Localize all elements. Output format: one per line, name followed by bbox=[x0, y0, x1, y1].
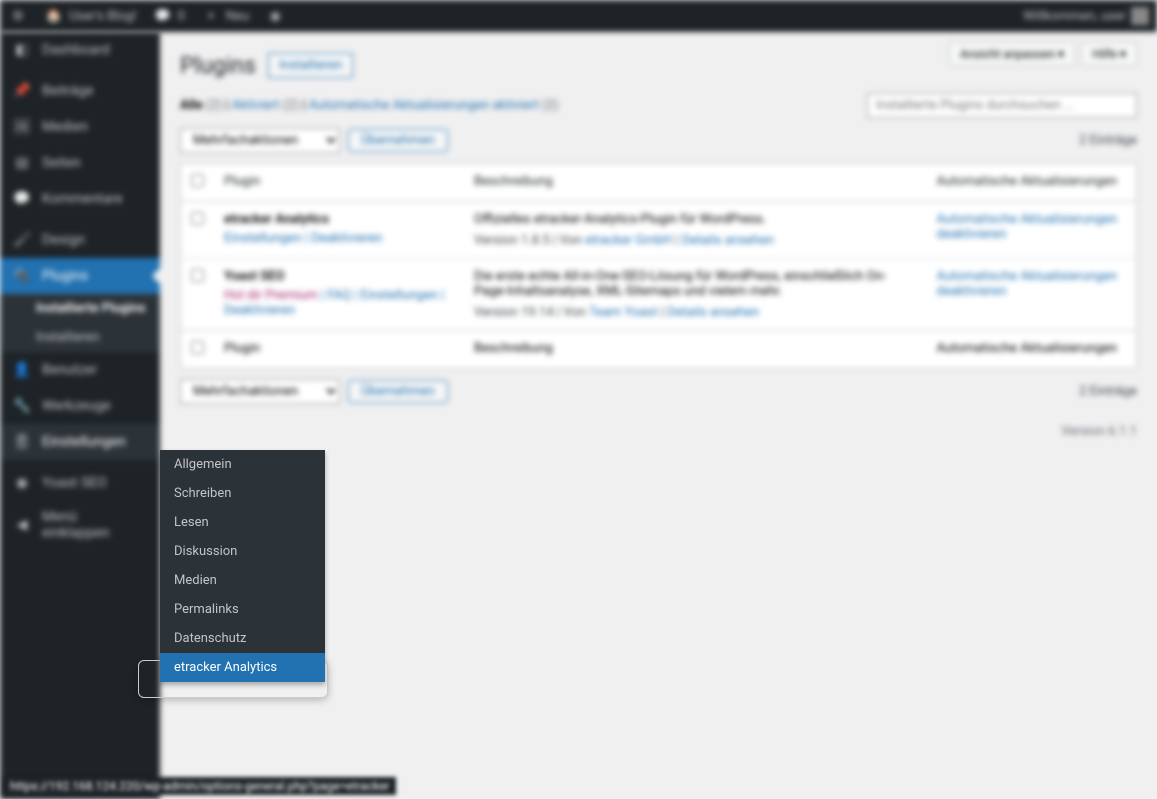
row-checkbox[interactable] bbox=[191, 212, 204, 225]
yoast-icon: ◉ bbox=[265, 6, 285, 26]
flyout-media[interactable]: Medien bbox=[160, 566, 325, 595]
plugin-actions[interactable]: Einstellungen | Deaktivieren bbox=[224, 231, 382, 246]
admin-bar: ⚙ 🏠User's Blog! 💬0 +Neu ◉ Willkommen, us… bbox=[0, 0, 1157, 32]
plugin-icon: 🔌 bbox=[12, 266, 32, 286]
new-label: Neu bbox=[226, 9, 249, 24]
plugin-meta: Version 19.14 | Von Team Yoast | Details… bbox=[474, 305, 917, 320]
select-all-checkbox[interactable] bbox=[191, 174, 204, 187]
submenu-installed-plugins[interactable]: Installierte Plugins bbox=[0, 294, 160, 323]
wrench-icon: 🔧 bbox=[12, 396, 32, 416]
pin-icon: 📌 bbox=[12, 81, 32, 101]
plugins-table: Plugin Beschreibung Automatische Aktuali… bbox=[180, 163, 1137, 369]
entries-count: 2 Einträge bbox=[1079, 133, 1137, 148]
dashboard-icon: ◧ bbox=[12, 40, 32, 60]
wp-version: Version 6.1.1 bbox=[1061, 424, 1137, 439]
main-content: Ansicht anpassen ▾ Hilfe ▾ Plugins Insta… bbox=[160, 32, 1157, 799]
plugin-name: Yoast SEO bbox=[224, 269, 454, 284]
flyout-writing[interactable]: Schreiben bbox=[160, 479, 325, 508]
install-plugin-button[interactable]: Installieren bbox=[268, 53, 353, 78]
screen-options-button[interactable]: Ansicht anpassen ▾ bbox=[949, 42, 1075, 66]
site-link[interactable]: 🏠 User's Blog! bbox=[44, 6, 137, 26]
apply-button-bottom[interactable]: Übernehmen bbox=[348, 380, 448, 403]
sidebar-item-pages[interactable]: ▤Seiten bbox=[0, 145, 160, 181]
flyout-privacy[interactable]: Datenschutz bbox=[160, 624, 325, 653]
row-checkbox[interactable] bbox=[191, 269, 204, 282]
comment-icon: 💬 bbox=[12, 189, 32, 209]
sidebar-item-appearance[interactable]: 🖌Design bbox=[0, 222, 160, 258]
sidebar-item-tools[interactable]: 🔧Werkzeuge bbox=[0, 388, 160, 424]
sidebar-item-posts[interactable]: 📌Beiträge bbox=[0, 73, 160, 109]
comment-icon: 💬 bbox=[153, 6, 173, 26]
sidebar-item-comments[interactable]: 💬Kommentare bbox=[0, 181, 160, 217]
premium-link[interactable]: Hol dir Premium bbox=[224, 288, 318, 303]
plugins-submenu: Installierte Plugins Installieren bbox=[0, 294, 160, 352]
table-row: etracker Analytics Einstellungen | Deakt… bbox=[181, 202, 1137, 259]
welcome-text: Willkommen, user bbox=[1023, 9, 1126, 24]
status-url: https://192.168.124.220/wp-admin/options… bbox=[4, 777, 396, 795]
flyout-reading[interactable]: Lesen bbox=[160, 508, 325, 537]
brush-icon: 🖌 bbox=[12, 230, 32, 250]
sidebar-item-users[interactable]: 👤Benutzer bbox=[0, 352, 160, 388]
details-link[interactable]: Details ansehen bbox=[667, 305, 759, 320]
account-link[interactable]: Willkommen, user bbox=[1023, 7, 1149, 25]
filter-all[interactable]: Alle (2) bbox=[180, 98, 222, 113]
user-icon: 👤 bbox=[12, 360, 32, 380]
comments-link[interactable]: 💬0 bbox=[153, 6, 185, 26]
col-auto: Automatische Aktualisierungen bbox=[927, 164, 1137, 202]
filter-active[interactable]: Aktiviert (2) bbox=[232, 98, 299, 113]
plugin-name: etracker Analytics bbox=[224, 212, 454, 227]
comments-count: 0 bbox=[178, 9, 185, 24]
bulk-action-select-bottom[interactable]: Mehrfachaktionen bbox=[180, 379, 340, 404]
plugin-description: Die erste echte All-in-One-SEO-Lösung fü… bbox=[474, 269, 917, 299]
auto-update-toggle[interactable]: Automatische Aktualisierungen deaktivier… bbox=[937, 269, 1118, 299]
wp-logo[interactable]: ⚙ bbox=[8, 6, 28, 26]
site-name: User's Blog! bbox=[69, 9, 137, 24]
table-row: Yoast SEO Hol dir Premium | FAQ | Einste… bbox=[181, 259, 1137, 331]
yoast-bar-icon[interactable]: ◉ bbox=[265, 6, 285, 26]
avatar-icon bbox=[1131, 7, 1149, 25]
col-plugin: Plugin bbox=[214, 164, 464, 202]
home-icon: 🏠 bbox=[44, 6, 64, 26]
flyout-permalinks[interactable]: Permalinks bbox=[160, 595, 325, 624]
details-link[interactable]: Details ansehen bbox=[682, 233, 774, 248]
admin-sidebar: ◧Dashboard 📌Beiträge 🖼Medien ▤Seiten 💬Ko… bbox=[0, 32, 160, 799]
sidebar-item-yoast[interactable]: ◉Yoast SEO bbox=[0, 465, 160, 501]
media-icon: 🖼 bbox=[12, 117, 32, 137]
sidebar-item-settings[interactable]: 🎚Einstellungen bbox=[0, 424, 160, 460]
yoast-icon: ◉ bbox=[12, 473, 32, 493]
help-button[interactable]: Hilfe ▾ bbox=[1081, 42, 1137, 66]
page-icon: ▤ bbox=[12, 153, 32, 173]
plus-icon: + bbox=[201, 6, 221, 26]
bulk-action-select[interactable]: Mehrfachaktionen bbox=[180, 128, 340, 153]
apply-button[interactable]: Übernehmen bbox=[348, 129, 448, 152]
page-title: Plugins bbox=[180, 52, 256, 79]
author-link[interactable]: etracker GmbH bbox=[585, 233, 672, 248]
entries-count-bottom: 2 Einträge bbox=[1079, 384, 1137, 399]
settings-flyout: Allgemein Schreiben Lesen Diskussion Med… bbox=[160, 450, 325, 682]
search-input[interactable] bbox=[867, 93, 1137, 118]
wordpress-icon: ⚙ bbox=[8, 6, 28, 26]
col-desc: Beschreibung bbox=[464, 164, 927, 202]
sidebar-item-plugins[interactable]: 🔌Plugins bbox=[0, 258, 160, 294]
flyout-general[interactable]: Allgemein bbox=[160, 450, 325, 479]
flyout-discussion[interactable]: Diskussion bbox=[160, 537, 325, 566]
sidebar-item-media[interactable]: 🖼Medien bbox=[0, 109, 160, 145]
new-link[interactable]: + Neu bbox=[201, 6, 249, 26]
auto-update-toggle[interactable]: Automatische Aktualisierungen deaktivier… bbox=[937, 212, 1118, 242]
submenu-install[interactable]: Installieren bbox=[0, 323, 160, 352]
sidebar-item-collapse[interactable]: ◀Menü einklappen bbox=[0, 501, 160, 549]
collapse-icon: ◀ bbox=[12, 515, 32, 535]
sliders-icon: 🎚 bbox=[12, 432, 32, 452]
select-all-checkbox-footer[interactable] bbox=[191, 341, 204, 354]
plugin-description: Offizielles etracker-Analytics-Plugin fü… bbox=[474, 212, 917, 227]
plugin-meta: Version 1.8.5 | Von etracker GmbH | Deta… bbox=[474, 233, 917, 248]
sidebar-item-dashboard[interactable]: ◧Dashboard bbox=[0, 32, 160, 68]
filter-auto-updates[interactable]: Automatische Aktualisierungen aktiviert … bbox=[309, 98, 559, 113]
author-link[interactable]: Team Yoast bbox=[589, 305, 658, 320]
flyout-etracker[interactable]: etracker Analytics bbox=[160, 653, 325, 682]
